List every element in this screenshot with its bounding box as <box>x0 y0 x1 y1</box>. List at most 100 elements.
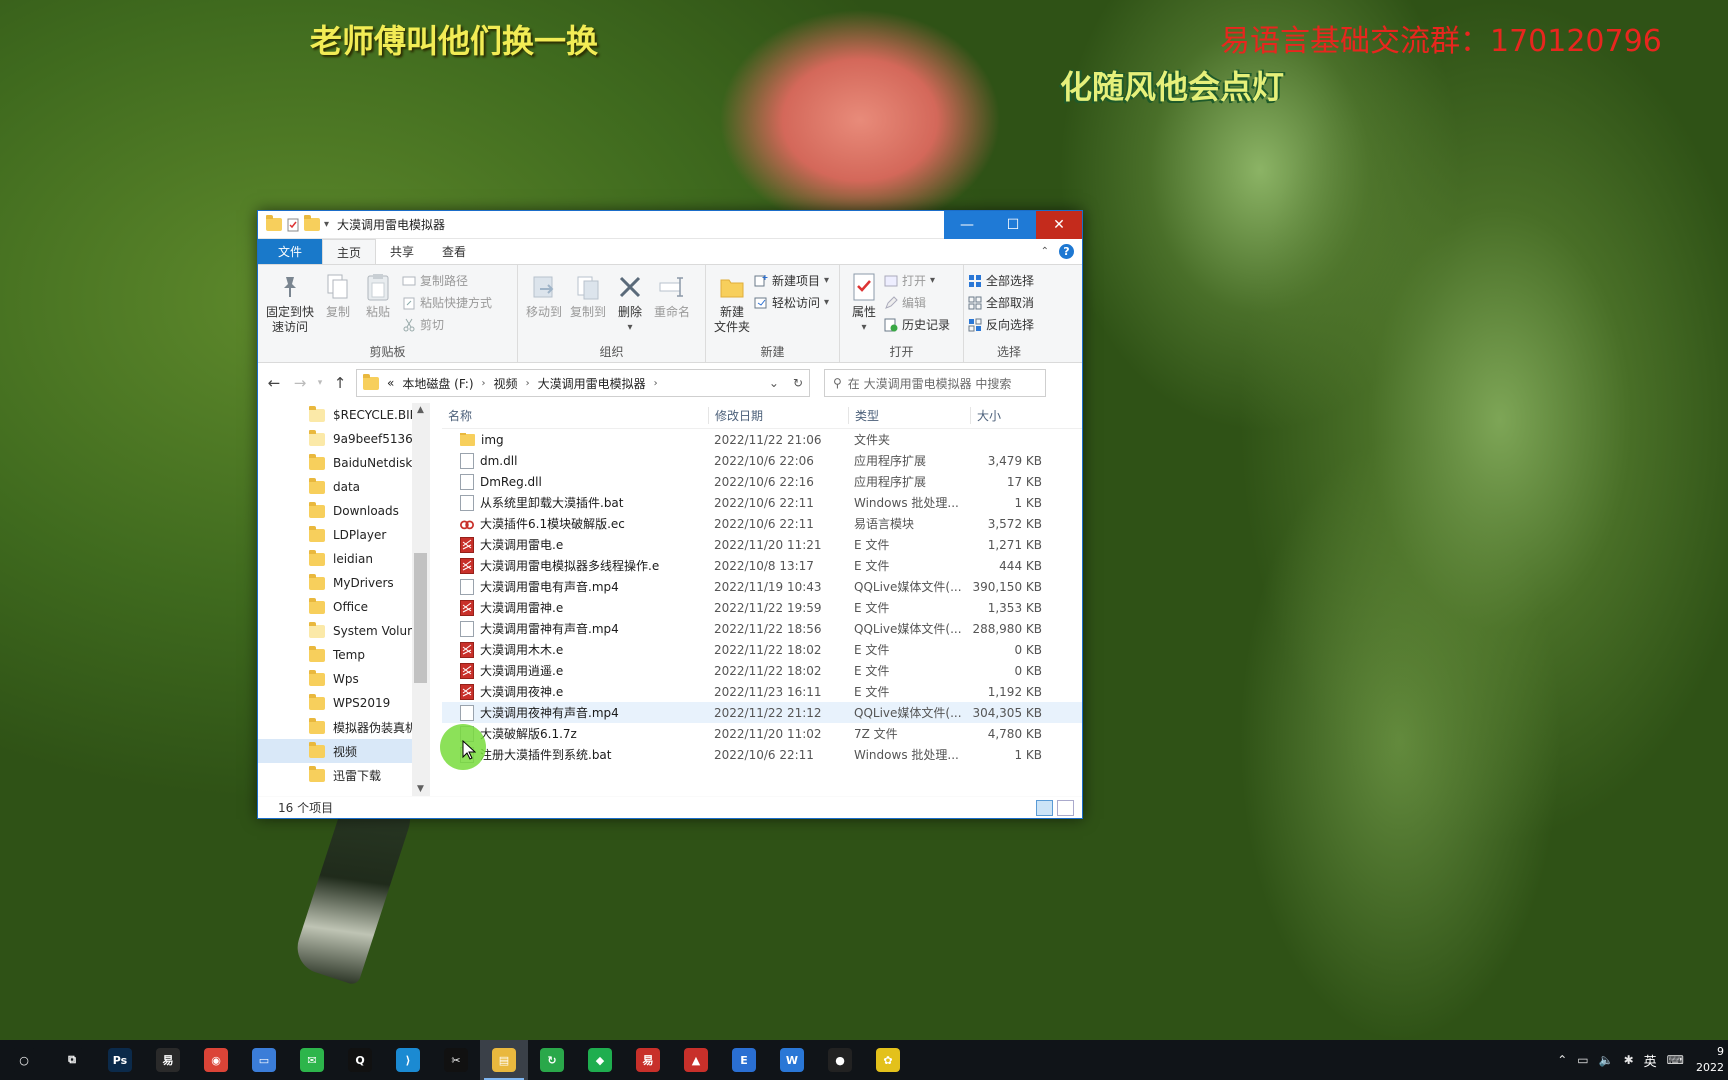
file-row[interactable]: DmReg.dll 2022/10/6 22:16 应用程序扩展 17 KB <box>442 471 1082 492</box>
nav-item[interactable]: $RECYCLE.BIN <box>258 403 429 427</box>
taskbar-app[interactable]: ▤ <box>480 1040 528 1080</box>
nav-item[interactable]: Downloads <box>258 499 429 523</box>
scroll-thumb[interactable] <box>414 553 427 683</box>
maximize-button[interactable]: ☐ <box>990 210 1036 239</box>
file-row[interactable]: 大漠插件6.1模块破解版.ec 2022/10/6 22:11 易语言模块 3,572… <box>442 513 1082 534</box>
title-bar[interactable]: ▾ 大漠调用雷电模拟器 — ☐ ✕ <box>258 210 1082 239</box>
file-row[interactable]: 从系统里卸载大漠插件.bat 2022/10/6 22:11 Windows 批处理… <box>442 492 1082 513</box>
file-row[interactable]: 大漠破解版6.1.7z 2022/11/20 11:02 7Z 文件 4,780 KB <box>442 723 1082 744</box>
taskbar-app[interactable]: ● <box>816 1040 864 1080</box>
taskbar-app[interactable]: ▭ <box>240 1040 288 1080</box>
breadcrumb-separator-icon[interactable]: › <box>654 378 658 389</box>
recent-dropdown-icon[interactable]: ▾ <box>316 378 324 388</box>
taskbar-app[interactable]: ◆ <box>576 1040 624 1080</box>
ime-language[interactable]: 英 <box>1644 1051 1657 1070</box>
minimize-button[interactable]: — <box>944 210 990 239</box>
taskbar-app[interactable]: ↻ <box>528 1040 576 1080</box>
file-row[interactable]: 大漠调用雷神有声音.mp4 2022/11/22 18:56 QQLive媒体文件(… <box>442 618 1082 639</box>
column-size[interactable]: 大小 <box>970 407 1048 424</box>
nav-item[interactable]: 模拟器伪装真机 <box>258 715 429 739</box>
file-row[interactable]: img 2022/11/22 21:06 文件夹 <box>442 429 1082 450</box>
breadcrumb-separator-icon[interactable]: › <box>482 378 486 389</box>
delete-dropdown-icon[interactable]: ▾ <box>628 320 633 335</box>
column-type[interactable]: 类型 <box>848 407 970 424</box>
breadcrumb-separator-icon[interactable]: › <box>526 378 530 389</box>
nav-item[interactable]: MyDrivers <box>258 571 429 595</box>
scroll-up-icon[interactable]: ▲ <box>412 405 429 415</box>
tab-view[interactable]: 查看 <box>428 239 480 264</box>
address-bar[interactable]: « 本地磁盘 (F:) › 视频 › 大漠调用雷电模拟器 › ⌄ ↻ <box>356 369 810 397</box>
cut-button[interactable]: 剪切 <box>402 315 492 334</box>
taskbar-app[interactable]: ○ <box>0 1040 48 1080</box>
taskbar-app[interactable]: ✉ <box>288 1040 336 1080</box>
new-item-button[interactable]: 新建项目 ▾ <box>754 271 829 290</box>
nav-item[interactable]: BaiduNetdiskDo <box>258 451 429 475</box>
taskbar-app[interactable]: E <box>720 1040 768 1080</box>
large-icons-view-icon[interactable] <box>1057 800 1074 816</box>
up-arrow-icon[interactable]: ↑ <box>330 374 350 392</box>
edit-button[interactable]: 编辑 <box>884 293 950 312</box>
nav-item[interactable]: 迅雷下载 <box>258 763 429 787</box>
column-name[interactable]: 名称 <box>442 407 708 424</box>
scroll-down-icon[interactable]: ▼ <box>412 784 429 794</box>
file-row[interactable]: dm.dll 2022/10/6 22:06 应用程序扩展 3,479 KB <box>442 450 1082 471</box>
clock[interactable]: 9 2022 <box>1694 1044 1724 1076</box>
address-dropdown-icon[interactable]: ⌄ <box>769 376 779 390</box>
taskbar-app[interactable]: ⟩ <box>384 1040 432 1080</box>
open-button[interactable]: 打开 ▾ <box>884 271 950 290</box>
back-arrow-icon[interactable]: ← <box>264 374 284 392</box>
close-button[interactable]: ✕ <box>1036 210 1082 239</box>
file-row[interactable]: 大漠调用雷神.e 2022/11/22 19:59 E 文件 1,353 KB <box>442 597 1082 618</box>
taskbar-app[interactable]: ✂ <box>432 1040 480 1080</box>
ime-app-icon[interactable]: ✱ <box>1624 1053 1634 1067</box>
chevron-up-icon[interactable]: ⌃ <box>1557 1053 1567 1067</box>
tab-file[interactable]: 文件 <box>258 239 323 264</box>
file-row[interactable]: 大漠调用夜神.e 2022/11/23 16:11 E 文件 1,192 KB <box>442 681 1082 702</box>
nav-item[interactable]: 视频 <box>258 739 429 763</box>
file-row[interactable]: 大漠调用雷电.e 2022/11/20 11:21 E 文件 1,271 KB <box>442 534 1082 555</box>
easy-access-button[interactable]: 轻松访问 ▾ <box>754 293 829 312</box>
nav-item[interactable]: Office <box>258 595 429 619</box>
search-box[interactable]: ⚲ 在 大漠调用雷电模拟器 中搜索 <box>824 369 1046 397</box>
file-row[interactable]: 大漠调用雷电模拟器多线程操作.e 2022/10/8 13:17 E 文件 444 K… <box>442 555 1082 576</box>
refresh-icon[interactable]: ↻ <box>793 376 803 390</box>
new-folder-quick-icon[interactable] <box>304 215 320 231</box>
select-all-button[interactable]: 全部选择 <box>968 271 1034 290</box>
properties-quick-icon[interactable] <box>286 218 300 232</box>
forward-arrow-icon[interactable]: → <box>290 374 310 392</box>
taskbar-app[interactable]: ▲ <box>672 1040 720 1080</box>
nav-item[interactable]: data <box>258 475 429 499</box>
taskbar-app[interactable]: ◉ <box>192 1040 240 1080</box>
paste-shortcut-button[interactable]: 粘贴快捷方式 <box>402 293 492 312</box>
copy-path-button[interactable]: 复制路径 <box>402 271 492 290</box>
network-icon[interactable]: ▭ <box>1577 1053 1588 1067</box>
customize-quick-access-icon[interactable]: ▾ <box>324 219 329 230</box>
file-row[interactable]: 大漠调用逍遥.e 2022/11/22 18:02 E 文件 0 KB <box>442 660 1082 681</box>
invert-selection-button[interactable]: 反向选择 <box>968 315 1034 334</box>
nav-item[interactable]: Wps <box>258 667 429 691</box>
nav-item[interactable]: 9a9beef51362a <box>258 427 429 451</box>
taskbar-app[interactable]: 易 <box>144 1040 192 1080</box>
help-icon[interactable]: ? <box>1059 244 1074 259</box>
nav-scrollbar[interactable]: ▲ ▼ <box>412 403 429 796</box>
collapse-ribbon-icon[interactable]: ⌃ <box>1041 246 1049 257</box>
nav-item[interactable]: Temp <box>258 643 429 667</box>
taskbar-app[interactable]: ⧉ <box>48 1040 96 1080</box>
nav-item[interactable]: leidian <box>258 547 429 571</box>
address-overflow[interactable]: « <box>387 376 394 390</box>
breadcrumb-videos[interactable]: 视频 <box>494 375 518 392</box>
nav-item[interactable]: System Volume <box>258 619 429 643</box>
taskbar-app[interactable]: W <box>768 1040 816 1080</box>
taskbar-app[interactable]: Ps <box>96 1040 144 1080</box>
file-row[interactable]: 大漠调用木木.e 2022/11/22 18:02 E 文件 0 KB <box>442 639 1082 660</box>
tab-share[interactable]: 共享 <box>376 239 428 264</box>
keyboard-icon[interactable]: ⌨ <box>1667 1053 1684 1067</box>
volume-icon[interactable]: 🔈 <box>1599 1053 1614 1067</box>
taskbar-app[interactable]: Q <box>336 1040 384 1080</box>
file-row[interactable]: 注册大漠插件到系统.bat 2022/10/6 22:11 Windows 批处理.… <box>442 744 1082 765</box>
file-row[interactable]: 大漠调用雷电有声音.mp4 2022/11/19 10:43 QQLive媒体文件(… <box>442 576 1082 597</box>
breadcrumb-current[interactable]: 大漠调用雷电模拟器 <box>538 375 646 392</box>
details-view-icon[interactable] <box>1036 800 1053 816</box>
nav-item[interactable]: WPS2019 <box>258 691 429 715</box>
file-row[interactable]: 大漠调用夜神有声音.mp4 2022/11/22 21:12 QQLive媒体文件(… <box>442 702 1082 723</box>
